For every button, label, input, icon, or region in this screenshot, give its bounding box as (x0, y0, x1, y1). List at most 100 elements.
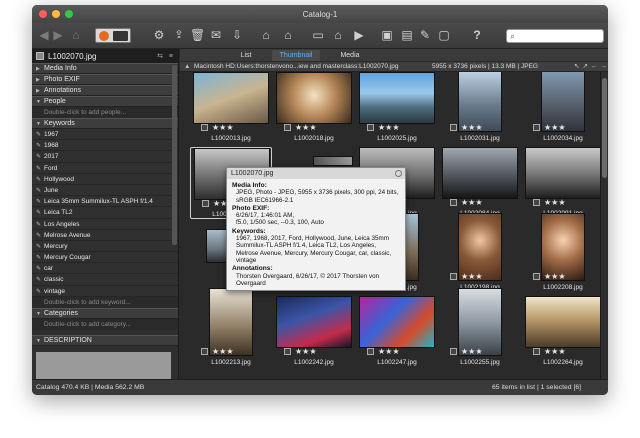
share-icon[interactable]: ⇩ (230, 26, 244, 45)
thumbnail-image[interactable] (525, 147, 600, 199)
rating-stars[interactable]: ★★★ (450, 273, 514, 281)
section-categories[interactable]: ▼ Categories (32, 307, 178, 319)
rating-stars[interactable]: ★★★ (533, 273, 597, 281)
tooltip-close-icon[interactable] (395, 170, 402, 177)
keyword-item[interactable]: ✎ Melrose Avenue (32, 229, 178, 241)
section-annotations[interactable]: ▶ Annotations (32, 85, 178, 96)
thumbnail-image[interactable] (276, 296, 352, 348)
pencil-icon[interactable]: ✎ (418, 26, 432, 45)
gear-icon[interactable]: ⚙ (152, 26, 166, 45)
keyword-item[interactable]: ✎ classic (32, 274, 178, 286)
mail-icon[interactable]: ✉ (209, 26, 223, 45)
trash-icon[interactable]: 🗑 (190, 26, 205, 45)
thumbnail-cell[interactable]: ★★★ L1002213.jpg (190, 288, 272, 368)
thumbnail-cell[interactable]: ★★★ L1002013.jpg (190, 72, 272, 144)
keyword-item[interactable]: ✎ Hollywood (32, 173, 178, 185)
slideshow-icon[interactable]: ▭ (310, 26, 326, 45)
grid-scrollbar[interactable] (600, 72, 608, 379)
keyword-item[interactable]: ✎ Ford (32, 162, 178, 174)
select-checkbox[interactable] (533, 124, 540, 131)
thumbnail-cell[interactable]: ★★★ L1002255.jpg (439, 288, 521, 368)
keyword-item[interactable]: ✎ 2017 (32, 151, 178, 163)
rating-stars[interactable]: ★★★ (367, 124, 431, 132)
description-field[interactable] (36, 352, 171, 379)
help-icon[interactable]: ? (470, 26, 484, 45)
keyword-item[interactable]: ✎ Leica TL2 (32, 207, 178, 219)
minimize-window-button[interactable] (52, 10, 60, 18)
thumbnail-cell[interactable]: ★★★L1002084.jpg (439, 147, 521, 219)
section-photo-exif[interactable]: ▶ Photo EXIF (32, 74, 178, 85)
keyword-item[interactable]: ✎ Leica 35mm Summilux-TL ASPH f/1.4 (32, 196, 178, 208)
thumbnail-cell[interactable]: ★★★ L1002031.jpg (439, 72, 521, 144)
thumbnail-image[interactable] (359, 72, 435, 124)
select-checkbox[interactable] (367, 348, 374, 355)
thumbnail-image[interactable] (359, 296, 435, 348)
panel-options-icon[interactable]: ⇆ ≡ (157, 52, 175, 60)
import-icon[interactable]: ⌂ (258, 26, 274, 45)
keyword-item[interactable]: ✎ Mercury Cougar (32, 252, 178, 264)
category-hint[interactable]: Double-click to add category... (32, 318, 178, 330)
keyword-hint[interactable]: Double-click to add keyword... (32, 296, 178, 308)
thumbnail-image[interactable] (541, 213, 585, 281)
rating-stars[interactable]: ★★★ (533, 199, 597, 207)
play-icon[interactable]: ▶ (352, 26, 366, 45)
select-checkbox[interactable] (201, 348, 208, 355)
select-checkbox[interactable] (533, 199, 540, 206)
thumbnail-cell[interactable]: ★★★ L1002034.jpg (522, 72, 600, 144)
thumbnail-image[interactable] (458, 288, 502, 356)
section-description[interactable]: ▼ DESCRIPTION (32, 334, 178, 346)
select-checkbox[interactable] (533, 273, 540, 280)
collection-icon[interactable]: ⌂ (280, 26, 296, 45)
rating-stars[interactable]: ★★★ (201, 124, 265, 132)
thumbnail-image[interactable] (442, 147, 518, 199)
search-input[interactable]: ⌕ (506, 29, 604, 43)
rating-stars[interactable]: ★★★ (284, 124, 348, 132)
thumbnail-image[interactable] (193, 72, 269, 124)
thumbnail-image[interactable] (458, 213, 502, 281)
thumbnail-cell[interactable]: ★★★ L1002264.jpg (522, 296, 600, 368)
rating-stars[interactable]: ★★★ (367, 348, 431, 356)
keyword-item[interactable]: ✎ car (32, 263, 178, 275)
home-icon[interactable]: ⌂ (70, 26, 82, 45)
keyword-item[interactable]: ✎ Los Angeles (32, 218, 178, 230)
thumbnail-cell[interactable]: ★★★L1002198.jpg (439, 213, 521, 293)
image-editor-icon[interactable]: ▣ (380, 26, 394, 45)
thumbnail-cell[interactable]: ★★★ L1002247.jpg (356, 296, 438, 368)
grid-scrollbar-knob[interactable] (602, 78, 607, 178)
select-checkbox[interactable] (450, 199, 457, 206)
tab-media[interactable]: Media (334, 50, 366, 61)
zoom-window-button[interactable] (65, 10, 73, 18)
back-icon[interactable]: ◀ (38, 26, 50, 45)
rating-stars[interactable]: ★★★ (450, 348, 514, 356)
thumbnail-image[interactable] (276, 72, 352, 124)
section-media-info[interactable]: ▶ Media Info (32, 63, 178, 74)
select-checkbox[interactable] (533, 348, 540, 355)
select-checkbox[interactable] (367, 124, 374, 131)
thumbnail-image[interactable] (313, 156, 353, 166)
tab-thumbnail[interactable]: Thumbnail (272, 50, 320, 61)
tab-list[interactable]: List (232, 50, 260, 61)
rating-stars[interactable]: ★★★ (533, 124, 597, 132)
view-mode-toggle[interactable] (95, 28, 131, 43)
forward-icon[interactable]: ▶ (52, 26, 64, 45)
select-checkbox[interactable] (201, 124, 208, 131)
section-keywords[interactable]: ▼ Keywords (32, 118, 178, 129)
export-icon[interactable]: ⇪ (172, 26, 186, 45)
rating-stars[interactable]: ★★★ (450, 124, 514, 132)
keyword-item[interactable]: ✎ Mercury (32, 240, 178, 253)
keyword-item[interactable]: ✎ 1967 (32, 129, 178, 141)
select-checkbox[interactable] (284, 348, 291, 355)
thumbnail-cell[interactable]: ★★★ L1002018.jpg (273, 72, 355, 144)
thumbnail-image[interactable] (525, 296, 600, 348)
rating-stars[interactable]: ★★★ (284, 348, 348, 356)
left-panel-scrollbar[interactable] (172, 65, 177, 245)
info-panel-icon[interactable]: ▤ (400, 26, 414, 45)
thumbnail-cell[interactable]: ★★★ L1002025.jpg (356, 72, 438, 144)
close-window-button[interactable] (39, 10, 47, 18)
select-checkbox[interactable] (202, 200, 209, 207)
rating-stars[interactable]: ★★★ (533, 348, 597, 356)
thumbnail-image[interactable] (209, 288, 253, 356)
thumbnail-cell[interactable]: ★★★L1002091.jpg (522, 147, 600, 219)
select-checkbox[interactable] (284, 124, 291, 131)
rating-stars[interactable]: ★★★ (450, 199, 514, 207)
